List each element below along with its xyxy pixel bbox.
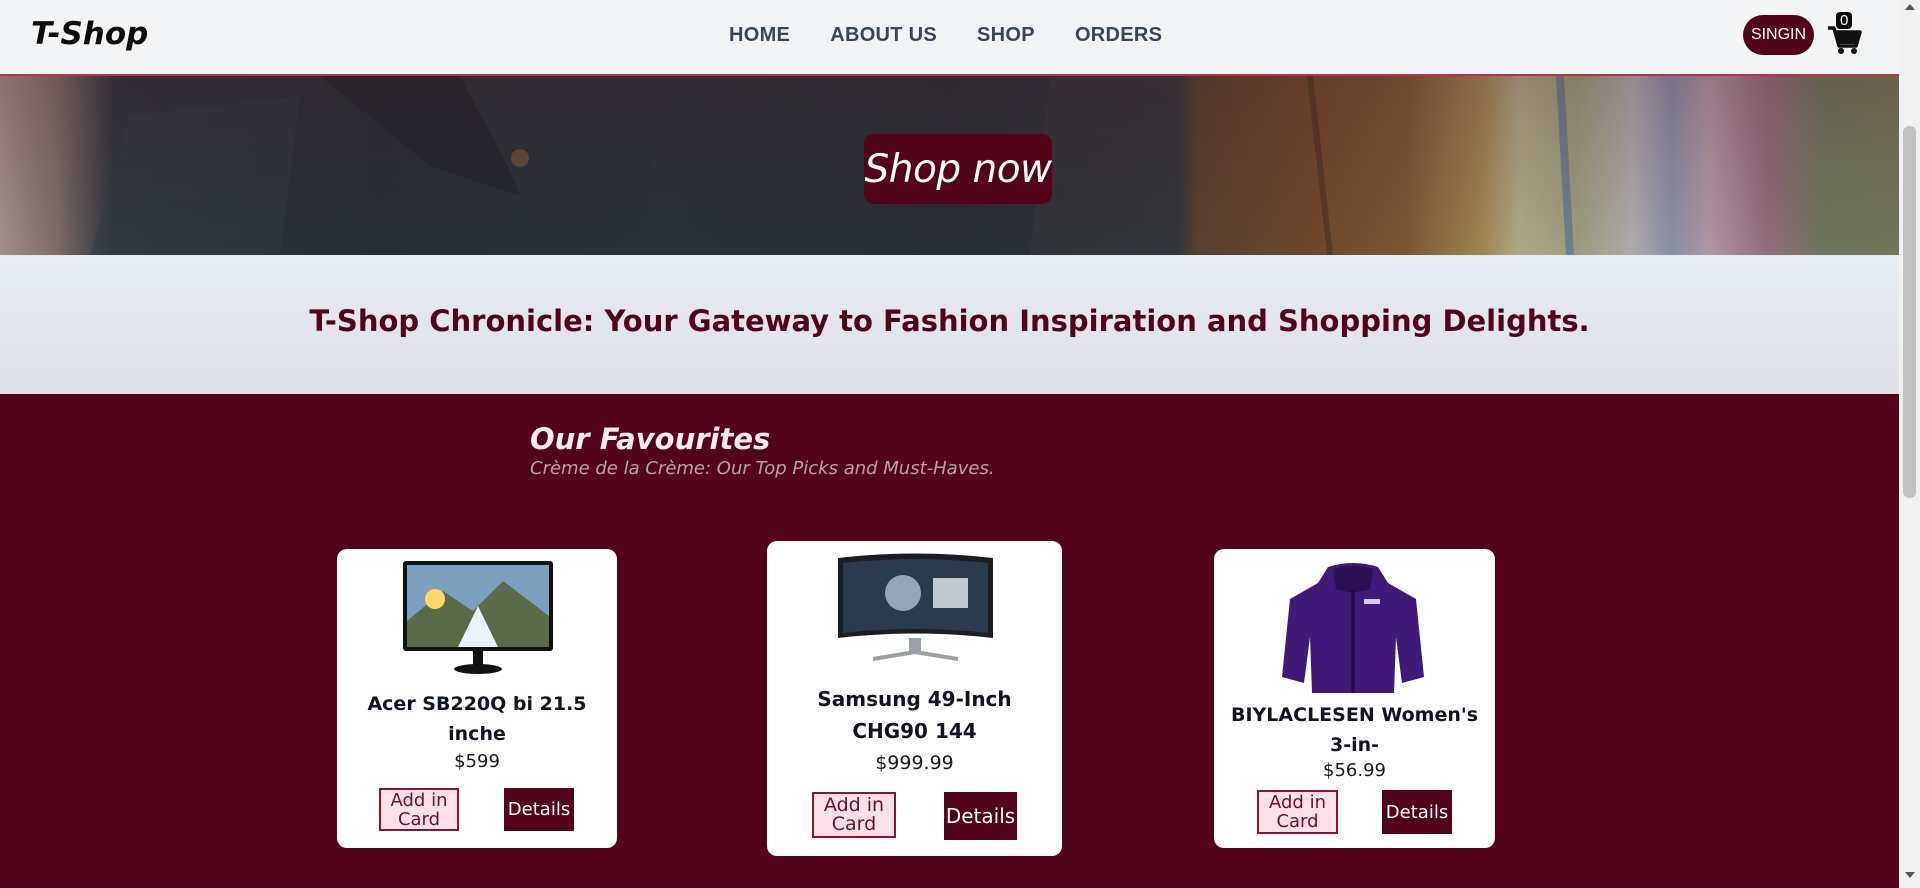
purple-jacket-image bbox=[1282, 563, 1424, 693]
product-price: $999.99 bbox=[875, 752, 954, 774]
add-to-card-button[interactable]: Add in Card bbox=[812, 792, 896, 838]
site-logo[interactable]: T-Shop bbox=[31, 16, 148, 52]
details-button[interactable]: Details bbox=[504, 788, 574, 831]
favourites-title: Our Favourites bbox=[530, 422, 771, 456]
favourites-subtitle: Crème de la Crème: Our Top Picks and Mus… bbox=[530, 458, 995, 479]
nav-shop[interactable]: SHOP bbox=[977, 24, 1035, 47]
scrollbar-up-arrow[interactable] bbox=[1905, 4, 1915, 10]
scrollbar-thumb[interactable] bbox=[1903, 126, 1916, 498]
nav-orders[interactable]: ORDERS bbox=[1075, 24, 1162, 47]
product-card-1[interactable]: Acer SB220Q bi 21.5 inche $599 Add in Ca… bbox=[337, 549, 617, 848]
add-to-card-button[interactable]: Add in Card bbox=[1257, 790, 1338, 834]
nav-about-us[interactable]: ABOUT US bbox=[830, 24, 937, 47]
product-card-2[interactable]: Samsung 49-Inch CHG90 144 $999.99 Add in… bbox=[767, 541, 1062, 856]
monitor-landscape-image bbox=[403, 561, 553, 674]
details-button[interactable]: Details bbox=[944, 792, 1017, 840]
product-name: BIYLACLESEN Women's 3-in- bbox=[1231, 704, 1478, 756]
scrollbar-down-arrow[interactable] bbox=[1905, 872, 1915, 878]
product-card-3[interactable]: BIYLACLESEN Women's 3-in- $56.99 Add in … bbox=[1214, 549, 1495, 848]
curved-monitor-image bbox=[838, 553, 993, 661]
details-button[interactable]: Details bbox=[1382, 790, 1452, 834]
product-price: $599 bbox=[454, 751, 500, 772]
cart-count-badge: 0 bbox=[1836, 12, 1853, 29]
shop-now-button[interactable]: Shop now bbox=[864, 134, 1052, 204]
hero-banner: Shop now bbox=[0, 76, 1899, 255]
nav-home[interactable]: HOME bbox=[729, 24, 790, 47]
product-name: Acer SB220Q bi 21.5 inche bbox=[367, 693, 587, 745]
add-to-card-button[interactable]: Add in Card bbox=[379, 788, 459, 831]
main-nav: HOME ABOUT US SHOP ORDERS bbox=[729, 24, 1162, 47]
page-scrollbar[interactable] bbox=[1899, 0, 1920, 888]
chronicle-headline: T-Shop Chronicle: Your Gateway to Fashio… bbox=[309, 303, 1590, 338]
product-price: $56.99 bbox=[1323, 760, 1386, 781]
top-navbar: T-Shop HOME ABOUT US SHOP ORDERS SINGIN … bbox=[0, 0, 1899, 76]
chronicle-banner: T-Shop Chronicle: Your Gateway to Fashio… bbox=[0, 255, 1899, 394]
product-name: Samsung 49-Inch CHG90 144 bbox=[817, 687, 1012, 743]
signin-button[interactable]: SINGIN bbox=[1743, 15, 1814, 55]
